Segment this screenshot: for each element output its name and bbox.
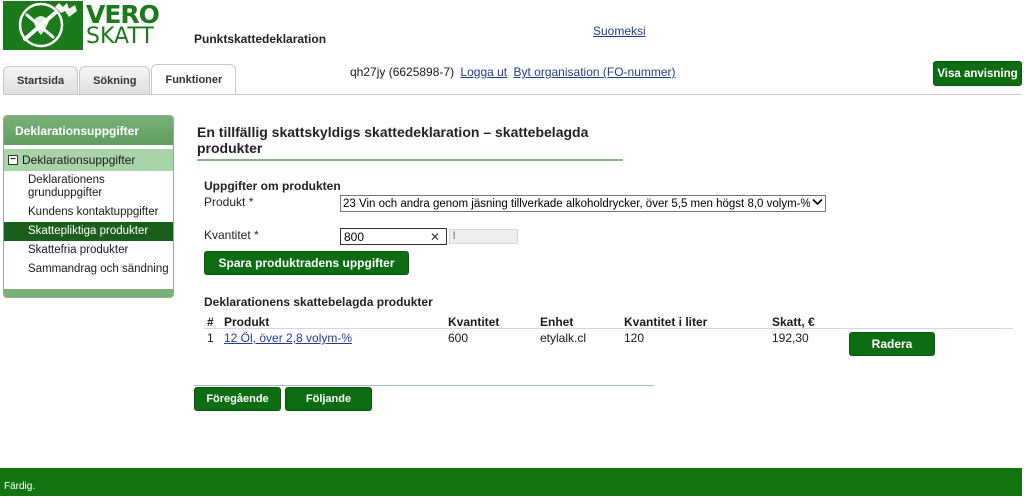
col-liters: Kvantitet i liter (624, 315, 708, 329)
col-number: # (207, 315, 214, 329)
logo-line1: VERO (86, 0, 160, 29)
sidebar-header: Deklarationsuppgifter (4, 116, 173, 145)
user-info: qh27jy (6625898-7) Logga ut Byt organisa… (350, 65, 676, 79)
chevron-down-icon (812, 198, 823, 209)
row-product-link[interactable]: 12 Öl, över 2,8 volym-% (224, 331, 352, 345)
sidebar-section[interactable]: − Deklarationsuppgifter (4, 149, 173, 171)
page-title: En tillfällig skattskyldigs skattedeklar… (197, 124, 623, 161)
quantity-label: Kvantitet * (204, 228, 259, 242)
status-text: Färdig. (4, 481, 36, 492)
quantity-field[interactable]: ✕ (340, 228, 447, 245)
sidebar-item-summary-and-send[interactable]: Sammandrag och sändning (4, 260, 173, 279)
table-section-title: Deklarationens skattebelagda produkter (204, 295, 433, 309)
quantity-input[interactable] (344, 229, 430, 244)
col-tax: Skatt, € (772, 315, 815, 329)
status-bar: Färdig. (0, 468, 1022, 496)
sidebar-item-taxable-products[interactable]: Skattepliktiga produkter (4, 222, 173, 241)
row-unit: etylalk.cl (540, 331, 587, 345)
tab-startsida[interactable]: Startsida (3, 66, 79, 95)
row-quantity: 600 (448, 331, 469, 345)
vero-logo[interactable]: VERO SKATT (3, 0, 160, 50)
product-label: Produkt * (204, 195, 254, 209)
switch-organisation-link[interactable]: Byt organisation (FO-nummer) (513, 65, 675, 79)
col-unit: Enhet (540, 315, 574, 329)
table-header-divider (204, 328, 1013, 329)
row-liters: 120 (624, 331, 645, 345)
user-id: qh27jy (6625898-7) (350, 65, 455, 79)
show-instructions-button[interactable]: Visa anvisning (933, 61, 1022, 86)
sidebar-item-basic-info[interactable]: Deklarationens grunduppgifter (4, 171, 144, 203)
logout-link[interactable]: Logga ut (460, 65, 507, 79)
sidebar-item-contact-info[interactable]: Kundens kontaktuppgifter (4, 203, 173, 222)
product-select[interactable]: 23 Vin och andra genom jäsning tillverka… (340, 195, 826, 212)
clear-icon[interactable]: ✕ (430, 230, 440, 244)
product-section-title: Uppgifter om produkten (204, 179, 341, 193)
unit-display: l (449, 229, 518, 244)
sidebar-footer (4, 289, 173, 297)
delete-row-button[interactable]: Radera (849, 332, 935, 356)
previous-button[interactable]: Föregående (194, 387, 281, 411)
col-quantity: Kvantitet (448, 315, 500, 329)
product-select-value: 23 Vin och andra genom jäsning tillverka… (343, 197, 810, 210)
sidebar-section-label: Deklarationsuppgifter (22, 153, 136, 167)
logo-wordmark: VERO SKATT (86, 0, 160, 49)
tab-divider (3, 94, 1021, 95)
tab-sokning[interactable]: Sökning (79, 66, 151, 95)
save-product-row-button[interactable]: Spara produktradens uppgifter (204, 251, 409, 275)
logo-line2: SKATT (86, 23, 154, 49)
sidebar-item-tax-free-products[interactable]: Skattefria produkter (4, 241, 173, 260)
app-title: Punktskattedeklaration (194, 32, 327, 46)
sidebar: Deklarationsuppgifter − Deklarationsuppg… (3, 115, 174, 298)
main-tabs: Startsida Sökning Funktioner (3, 64, 237, 95)
coat-of-arms-icon (3, 1, 83, 50)
collapse-icon[interactable]: − (8, 155, 18, 165)
row-number: 1 (207, 331, 214, 345)
row-tax: 192,30 (772, 331, 809, 345)
navigation-divider (194, 385, 654, 386)
language-link[interactable]: Suomeksi (593, 24, 646, 38)
next-button[interactable]: Följande (285, 387, 372, 411)
tab-funktioner[interactable]: Funktioner (151, 64, 237, 95)
col-product: Produkt (224, 315, 270, 329)
